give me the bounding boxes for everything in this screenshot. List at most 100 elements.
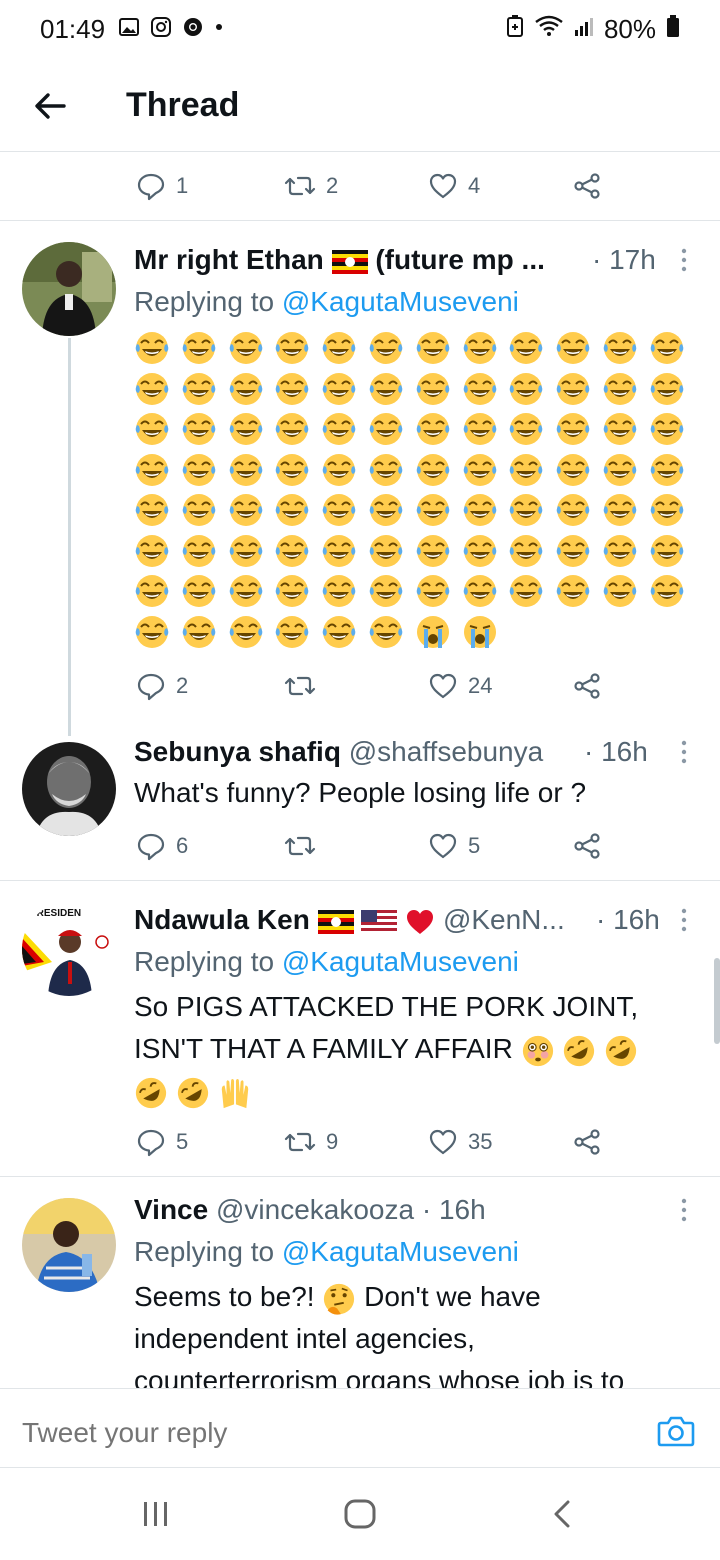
tears-of-joy-emoji-icon xyxy=(508,492,544,528)
tweet-time: · 16h xyxy=(584,736,648,767)
user-name[interactable]: Ndawula Ken xyxy=(134,904,310,935)
tears-of-joy-emoji-icon xyxy=(555,492,591,528)
retweet-button[interactable] xyxy=(284,826,316,866)
tears-of-joy-emoji-icon xyxy=(321,573,357,609)
more-options-button[interactable] xyxy=(676,906,692,936)
avatar[interactable]: PRESIDEN xyxy=(22,902,116,996)
divider xyxy=(0,220,720,221)
tears-of-joy-emoji-icon xyxy=(228,533,264,569)
tears-of-joy-emoji-icon xyxy=(181,573,217,609)
tears-of-joy-emoji-icon xyxy=(181,452,217,488)
more-options-button[interactable] xyxy=(676,1196,692,1226)
avatar[interactable] xyxy=(22,742,116,836)
replying-to: Replying to @KagutaMuseveni xyxy=(134,946,519,978)
tears-of-joy-emoji-icon xyxy=(555,573,591,609)
tears-of-joy-emoji-icon xyxy=(368,492,404,528)
tears-of-joy-emoji-icon xyxy=(649,533,685,569)
avatar[interactable] xyxy=(22,1198,116,1292)
user-name[interactable]: Sebunya shafiq xyxy=(134,736,341,767)
reply-composer xyxy=(0,1388,720,1468)
tears-of-joy-emoji-icon xyxy=(228,573,264,609)
retweet-button[interactable]: 9 xyxy=(284,1122,338,1162)
more-dots-icon xyxy=(681,908,687,932)
reply-icon xyxy=(137,673,165,701)
tears-of-joy-emoji-icon xyxy=(321,371,357,407)
user-name[interactable]: Mr right Ethan xyxy=(134,244,324,275)
share-button[interactable] xyxy=(572,826,602,866)
tears-of-joy-emoji-icon xyxy=(181,371,217,407)
tears-of-joy-emoji-icon xyxy=(228,614,264,650)
tears-of-joy-emoji-icon xyxy=(555,330,591,366)
retweet-button[interactable]: 2 xyxy=(284,166,338,206)
like-count: 4 xyxy=(468,173,481,198)
tears-of-joy-emoji-icon xyxy=(415,573,451,609)
mention-link[interactable]: @KagutaMuseveni xyxy=(282,286,519,317)
flushed-face-emoji-icon xyxy=(521,1033,555,1066)
tears-of-joy-emoji-icon xyxy=(274,411,310,447)
like-button[interactable]: 35 xyxy=(428,1122,492,1162)
tweet-text-line-3: counterterrorism organs whose job is to xyxy=(134,1365,625,1388)
reply-button[interactable]: 5 xyxy=(136,1122,188,1162)
tears-of-joy-emoji-icon xyxy=(462,452,498,488)
like-count: 5 xyxy=(468,833,481,858)
share-button[interactable] xyxy=(572,666,602,706)
mention-link[interactable]: @KagutaMuseveni xyxy=(282,946,519,977)
user-handle[interactable]: @shaffsebunya xyxy=(349,736,543,767)
camera-icon xyxy=(657,1416,695,1447)
reply-input[interactable] xyxy=(22,1417,582,1449)
status-time: 01:49 xyxy=(40,14,106,44)
share-button[interactable] xyxy=(572,1122,602,1162)
like-count: 24 xyxy=(468,673,493,698)
like-button[interactable]: 5 xyxy=(428,826,480,866)
tears-of-joy-emoji-icon xyxy=(508,533,544,569)
tears-of-joy-emoji-icon xyxy=(602,533,638,569)
share-button[interactable] xyxy=(572,166,602,206)
tears-of-joy-emoji-icon xyxy=(368,573,404,609)
page-title: Thread xyxy=(126,86,240,124)
tears-of-joy-emoji-icon xyxy=(649,492,685,528)
retweet-button[interactable] xyxy=(284,666,316,706)
reply-button[interactable]: 6 xyxy=(136,826,188,866)
back-arrow-icon xyxy=(35,93,66,119)
user-handle[interactable]: @vincekakooza xyxy=(216,1194,414,1225)
tweet-header: Ndawula Ken @KenN... xyxy=(134,904,565,936)
tears-of-joy-emoji-icon xyxy=(134,411,170,447)
more-dots-icon xyxy=(681,740,687,764)
tears-of-joy-emoji-icon xyxy=(462,573,498,609)
more-options-button[interactable] xyxy=(676,738,692,768)
back-nav-button[interactable] xyxy=(544,1498,584,1532)
tears-of-joy-emoji-icon xyxy=(368,533,404,569)
reply-button[interactable]: 2 xyxy=(136,666,188,706)
wifi-icon xyxy=(534,14,564,45)
reply-button[interactable]: 1 xyxy=(136,166,188,206)
retweet-count: 9 xyxy=(326,1129,339,1154)
tweet-header: Mr right Ethan (future mp ... xyxy=(134,244,545,276)
avatar[interactable] xyxy=(22,242,116,336)
tears-of-joy-emoji-icon xyxy=(134,573,170,609)
tears-of-joy-emoji-icon xyxy=(274,452,310,488)
tears-of-joy-emoji-icon xyxy=(415,533,451,569)
reply-count: 5 xyxy=(176,1129,189,1154)
tears-of-joy-emoji-icon xyxy=(274,371,310,407)
tears-of-joy-emoji-icon xyxy=(649,330,685,366)
recent-apps-button[interactable] xyxy=(136,1498,176,1532)
like-button[interactable]: 4 xyxy=(428,166,480,206)
avatar-caption: PRESIDEN xyxy=(30,908,81,919)
tears-of-joy-emoji-icon xyxy=(181,492,217,528)
like-button[interactable]: 24 xyxy=(428,666,492,706)
user-name[interactable]: Vince xyxy=(134,1194,208,1225)
mention-link[interactable]: @KagutaMuseveni xyxy=(282,1236,519,1267)
instagram-icon xyxy=(150,16,172,38)
back-button[interactable] xyxy=(30,86,70,126)
camera-button[interactable] xyxy=(656,1411,696,1451)
scrollbar[interactable] xyxy=(714,958,720,1044)
user-handle[interactable]: @KenN... xyxy=(443,904,565,935)
more-options-button[interactable] xyxy=(676,246,692,276)
share-icon xyxy=(574,673,600,699)
chevron-left-icon xyxy=(554,1500,570,1528)
more-dots-icon xyxy=(681,1198,687,1222)
tears-of-joy-emoji-icon xyxy=(508,411,544,447)
status-bar: 01:49 80% xyxy=(0,0,720,60)
tweet-text-line-2: independent intel agencies, xyxy=(134,1323,475,1354)
home-button[interactable] xyxy=(340,1498,380,1532)
